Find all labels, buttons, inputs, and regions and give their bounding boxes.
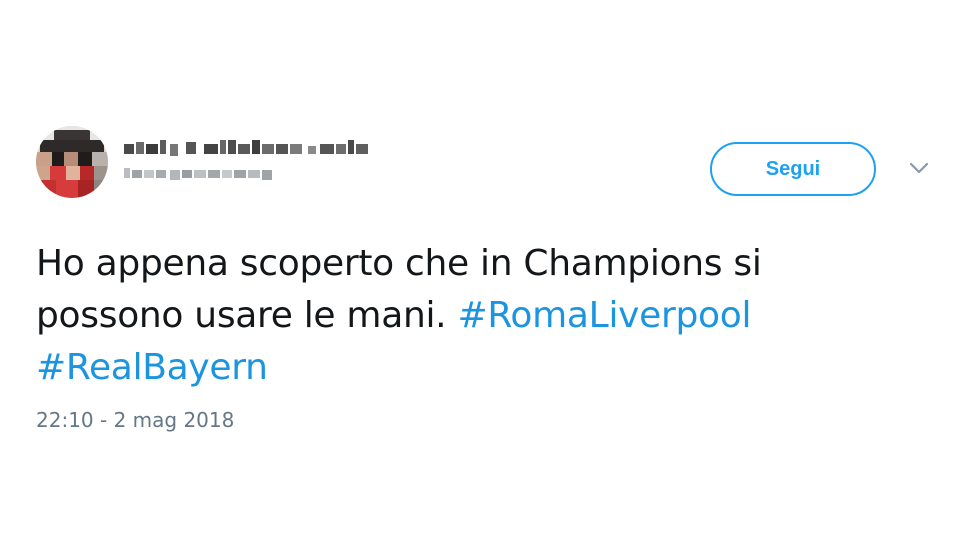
tweet-header: Segui [36,126,946,206]
tweet-card: Segui Ho appena scoperto che in Champion… [0,0,978,544]
avatar[interactable] [36,126,108,198]
tweet-timestamp[interactable]: 22:10 - 2 mag 2018 [36,408,234,432]
author-info[interactable] [124,136,414,182]
pixelated-avatar-icon [36,126,108,198]
follow-button[interactable]: Segui [710,142,876,196]
hashtag-realbayern[interactable]: #RealBayern [36,347,268,388]
tweet-text: Ho appena scoperto che in Champions si po… [36,238,936,394]
display-name-redacted [124,140,368,156]
chevron-down-icon[interactable] [908,160,930,176]
username-redacted [124,168,272,180]
tweet-text-line2: possono usare le mani. [36,295,458,336]
tweet-text-line1: Ho appena scoperto che in Champions si [36,243,762,284]
hashtag-romaliverpool[interactable]: #RomaLiverpool [457,295,751,336]
